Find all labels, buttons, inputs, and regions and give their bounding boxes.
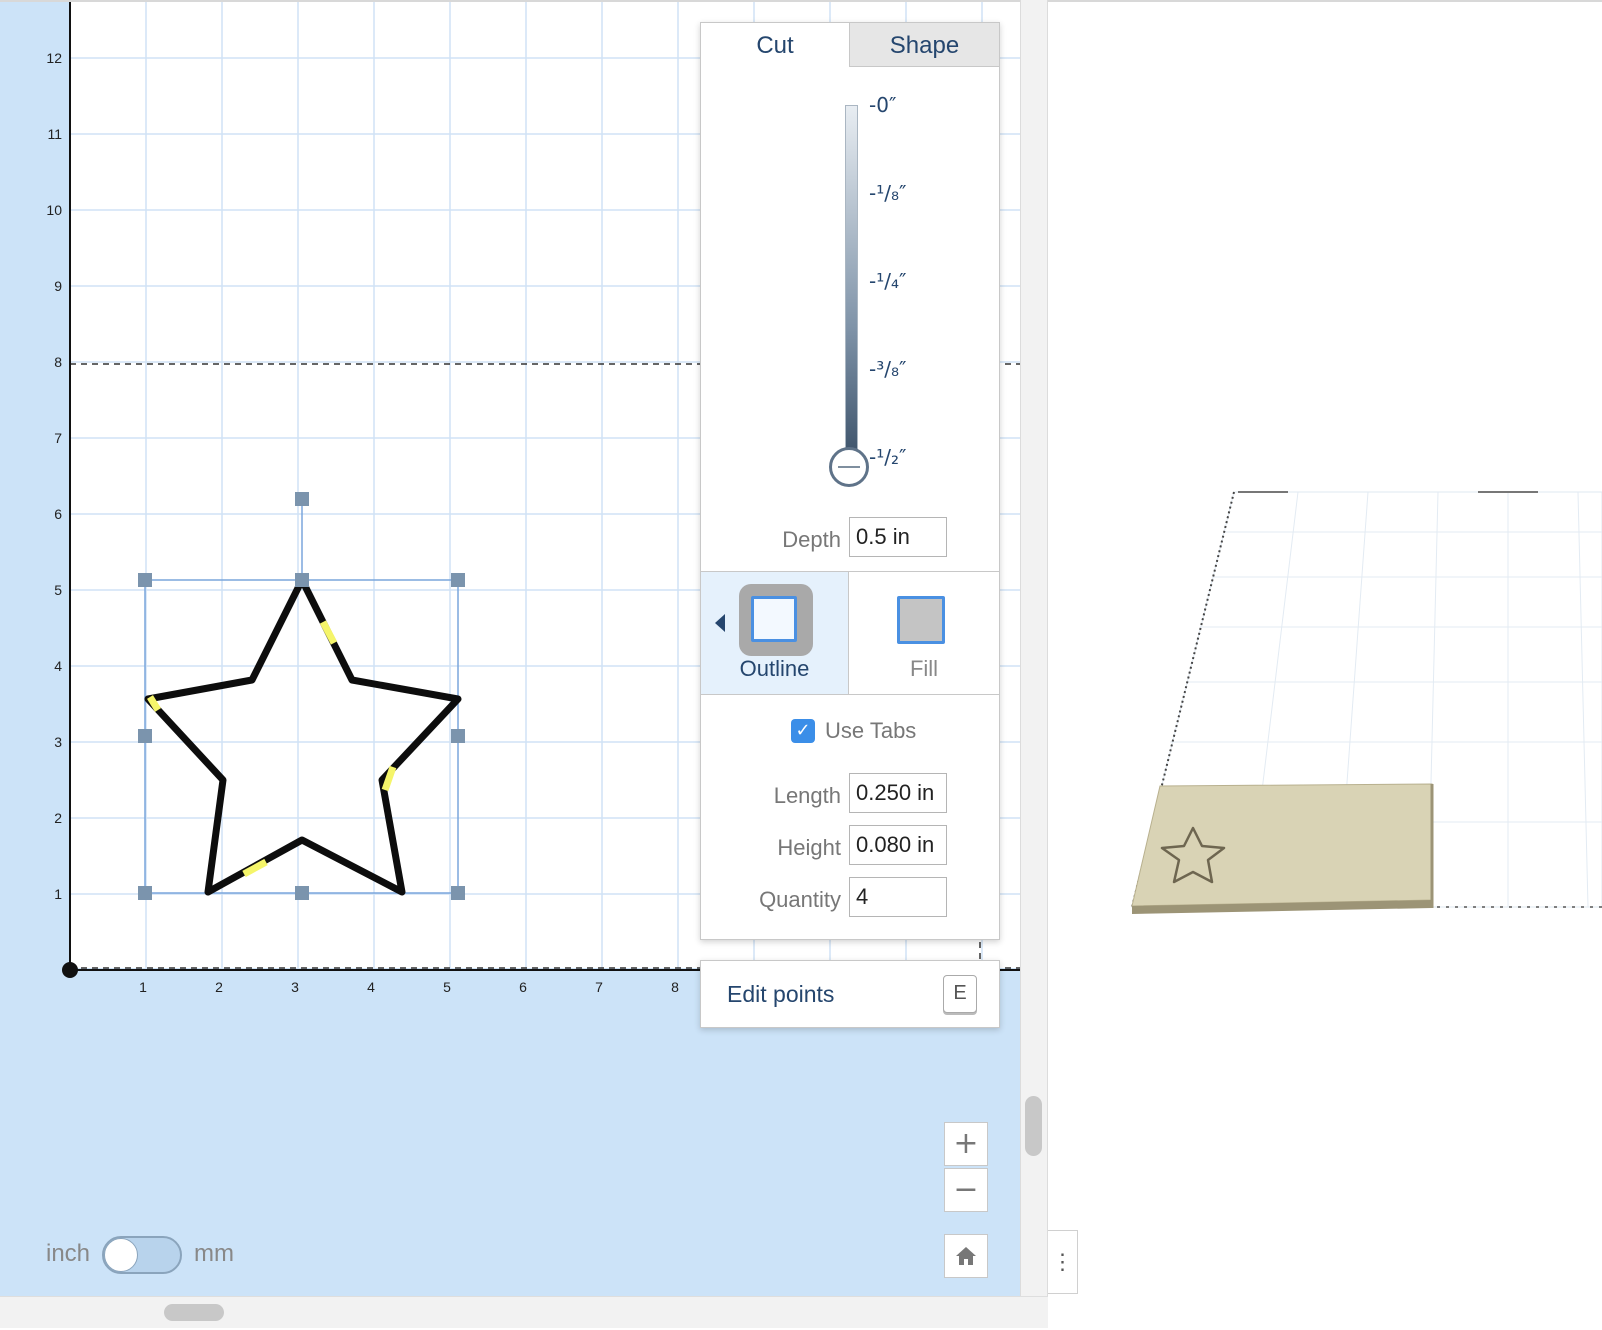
x-axis-tick-label: 1 <box>139 979 147 995</box>
resize-handle-se[interactable] <box>451 886 465 900</box>
x-axis-tick-label: 3 <box>291 979 299 995</box>
tab-length-label: Length <box>773 783 841 808</box>
y-axis-tick-label: 12 <box>46 50 62 66</box>
zoom-out-button[interactable]: − <box>944 1168 988 1212</box>
home-view-button[interactable] <box>944 1234 988 1278</box>
mode-fill-label: Fill <box>909 656 939 681</box>
depth-mark-0: -0″ <box>869 93 897 117</box>
resize-handle-e[interactable] <box>451 729 465 743</box>
x-axis-tick-label: 4 <box>367 979 375 995</box>
tab-quantity-input[interactable]: 4 <box>849 877 947 917</box>
unit-mm-label: mm <box>194 1240 234 1267</box>
zoom-in-button[interactable]: + <box>944 1122 988 1166</box>
y-axis-tick-label: 5 <box>54 582 62 598</box>
x-axis-tick-label: 5 <box>443 979 451 995</box>
use-tabs-checkbox[interactable]: ✓ <box>791 719 815 743</box>
depth-mark-1: -¹/₈″ <box>869 181 907 205</box>
resize-handle-ne[interactable] <box>451 573 465 587</box>
use-tabs-label: Use Tabs <box>825 718 917 743</box>
home-icon <box>956 1247 976 1265</box>
depth-mark-2: -¹/₄″ <box>869 269 907 293</box>
depth-slider-track[interactable] <box>845 105 858 477</box>
y-axis-tick-label: 1 <box>54 886 62 902</box>
depth-slider-handle[interactable] <box>829 447 869 487</box>
depth-mark-3: -³/₈″ <box>869 357 907 381</box>
unit-toggle-switch[interactable] <box>102 1236 182 1274</box>
edit-points-button[interactable]: Edit points E <box>700 960 1000 1028</box>
y-axis-tick-label: 9 <box>54 278 62 294</box>
x-axis-tick-label: 7 <box>595 979 603 995</box>
resize-handle-w[interactable] <box>138 729 152 743</box>
resize-handle-n[interactable] <box>295 573 309 587</box>
horizontal-scrollbar[interactable] <box>0 1296 1048 1328</box>
x-axis-tick-label: 8 <box>671 979 679 995</box>
y-axis-tick-label: 11 <box>47 126 62 142</box>
horizontal-scrollbar-thumb[interactable] <box>164 1304 224 1321</box>
tab-shape[interactable]: Shape <box>849 23 999 67</box>
mode-outline-button[interactable]: Outline <box>701 572 849 694</box>
edit-points-shortcut-key: E <box>943 975 977 1013</box>
resize-handle-nw[interactable] <box>138 573 152 587</box>
mode-fill-button[interactable]: Fill <box>849 572 999 694</box>
y-axis-tick-label: 2 <box>54 810 62 826</box>
rotate-handle[interactable] <box>295 492 309 506</box>
fill-icon <box>897 596 945 644</box>
depth-label: Depth <box>782 527 841 552</box>
tab-height-label: Height <box>777 835 841 860</box>
x-axis-tick-label: 2 <box>215 979 223 995</box>
resize-handle-s[interactable] <box>295 886 309 900</box>
edit-points-label: Edit points <box>727 981 835 1007</box>
outline-icon <box>751 596 797 642</box>
unit-toggle-knob <box>104 1238 138 1272</box>
depth-input[interactable]: 0.5 in <box>849 517 947 557</box>
tab-length-input[interactable]: 0.250 in <box>849 773 947 813</box>
panel-tabs: Cut Shape <box>701 23 999 67</box>
cut-mode-selector: Outline Fill <box>701 571 999 695</box>
x-axis-tick-label: 6 <box>519 979 527 995</box>
3d-preview-scene <box>1131 491 1602 914</box>
material-stock <box>1131 783 1433 907</box>
y-axis-tick-label: 7 <box>54 430 62 446</box>
y-axis-tick-label: 10 <box>46 202 62 218</box>
unit-inch-label: inch <box>46 1240 91 1267</box>
y-axis-tick-label: 3 <box>54 734 62 750</box>
mode-outline-label: Outline <box>739 656 810 681</box>
caret-left-icon <box>715 614 725 632</box>
vertical-scrollbar-thumb[interactable] <box>1025 1096 1042 1156</box>
preview-menu-button[interactable]: ⋮ <box>1048 1230 1078 1294</box>
y-axis-tick-label: 4 <box>54 658 62 674</box>
y-axis-tick-label: 6 <box>54 506 62 522</box>
3d-preview[interactable] <box>1048 0 1602 1328</box>
resize-handle-sw[interactable] <box>138 886 152 900</box>
minus-icon <box>838 466 860 468</box>
tab-quantity-label: Quantity <box>759 887 841 912</box>
tab-height-input[interactable]: 0.080 in <box>849 825 947 865</box>
depth-mark-4: -¹/₂″ <box>869 445 907 469</box>
origin-point <box>62 962 78 978</box>
cut-settings-panel: Cut Shape -0″ -¹/₈″ -¹/₄″ -³/₈″ -¹/₂″ De… <box>700 22 1000 940</box>
y-axis-tick-label: 8 <box>54 354 62 370</box>
tab-cut[interactable]: Cut <box>701 23 849 67</box>
